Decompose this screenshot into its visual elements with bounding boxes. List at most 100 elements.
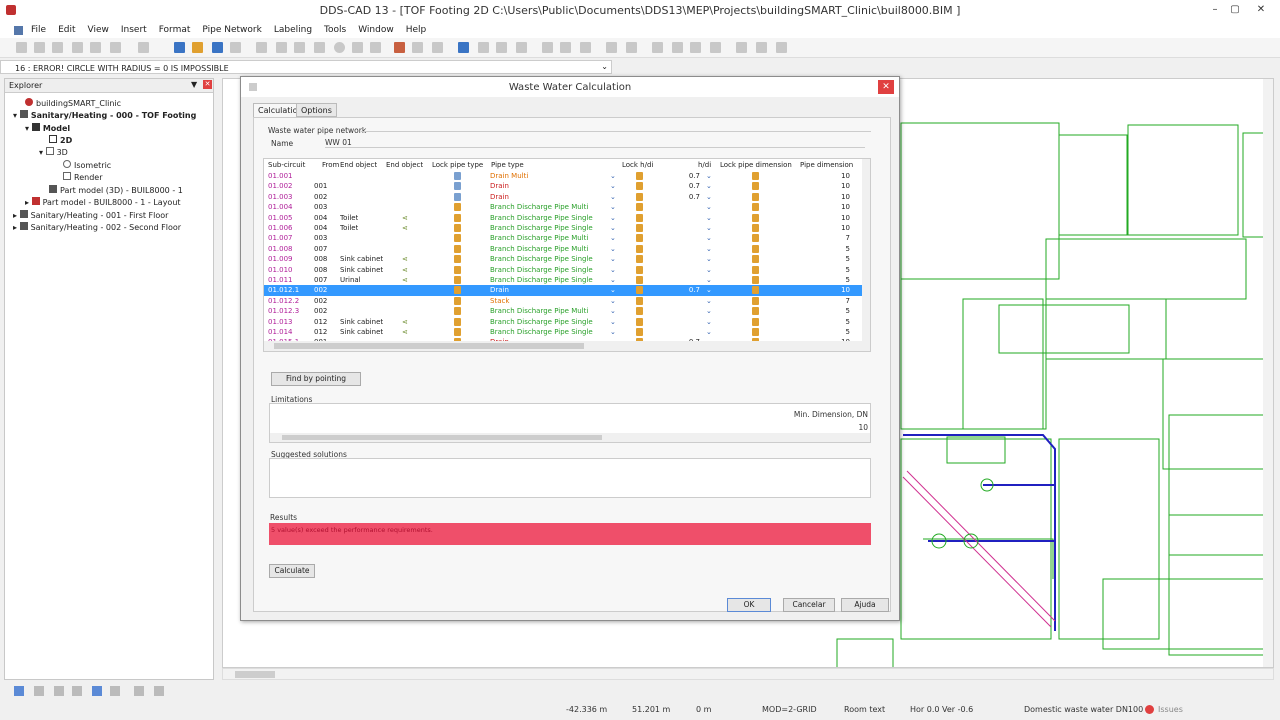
pipe-type-dropdown-icon[interactable]: ⌄ xyxy=(610,285,616,295)
table-row[interactable]: 01.011 007 Urinal ⋖ Branch Discharge Pipe Si… xyxy=(264,275,870,285)
cancel-button[interactable]: Cancelar xyxy=(783,598,835,612)
hdi-dropdown-icon[interactable]: ⌄ xyxy=(706,181,712,191)
save-icon[interactable] xyxy=(52,42,63,53)
lock-hdi-icon[interactable] xyxy=(636,296,643,305)
hdi-dropdown-icon[interactable]: ⌄ xyxy=(706,306,712,316)
lock-pipe-dimension-icon[interactable] xyxy=(752,296,759,305)
table-row[interactable]: 01.002 001 Drain ⌄ 0.7 ⌄ 10 xyxy=(264,181,870,191)
menu-labeling[interactable]: Labeling xyxy=(274,25,312,35)
properties-icon[interactable] xyxy=(54,686,64,696)
trash-icon[interactable] xyxy=(626,42,637,53)
find-by-pointing-button[interactable]: Find by pointing xyxy=(271,372,361,386)
calculate-button[interactable]: Calculate xyxy=(269,564,315,578)
trace-icon[interactable] xyxy=(458,42,469,53)
pipe-type-dropdown-icon[interactable]: ⌄ xyxy=(610,213,616,223)
hdi-dropdown-icon[interactable]: ⌄ xyxy=(706,327,712,337)
menu-pipe-network[interactable]: Pipe Network xyxy=(202,25,261,35)
lock-pipe-type-icon[interactable] xyxy=(454,265,461,274)
save2-icon[interactable] xyxy=(756,42,767,53)
table-icon[interactable] xyxy=(710,42,721,53)
table-row[interactable]: 01.012.1 002 Drain ⌄ 0.7 ⌄ 10 xyxy=(264,285,870,296)
preview-icon[interactable] xyxy=(90,42,101,53)
pipe-type-dropdown-icon[interactable]: ⌄ xyxy=(610,233,616,243)
table-row[interactable]: 01.004 003 Branch Discharge Pipe Multi ⌄ ⌄ 10 xyxy=(264,202,870,212)
lock-hdi-icon[interactable] xyxy=(636,328,643,336)
table-row[interactable]: 01.007 003 Branch Discharge Pipe Multi ⌄ ⌄ 7 xyxy=(264,233,870,243)
lock-pipe-dimension-icon[interactable] xyxy=(752,244,759,253)
network-view-icon[interactable] xyxy=(92,686,102,696)
dimension-icon[interactable] xyxy=(412,42,423,53)
hdi-dropdown-icon[interactable]: ⌄ xyxy=(706,213,712,223)
undo-icon[interactable] xyxy=(110,42,121,53)
status-layer[interactable]: Domestic waste water DN100 xyxy=(1024,705,1143,714)
lock-hdi-icon[interactable] xyxy=(636,213,643,222)
info-icon[interactable] xyxy=(580,42,591,53)
measure-icon[interactable] xyxy=(394,42,405,53)
error-message-bar[interactable]: 16 : ERROR! CIRCLE WITH RADIUS = 0 IS IM… xyxy=(0,60,612,74)
col-end-object-2[interactable]: End object xyxy=(386,161,423,169)
limitations-scrollbar[interactable] xyxy=(270,433,870,442)
lock-pipe-dimension-icon[interactable] xyxy=(752,255,759,264)
pipe-type-dropdown-icon[interactable]: ⌄ xyxy=(610,254,616,264)
pipe-type-dropdown-icon[interactable]: ⌄ xyxy=(610,306,616,316)
lock-pipe-type-icon[interactable] xyxy=(454,172,461,180)
col-lock-pipe-type[interactable]: Lock pipe type xyxy=(432,161,483,169)
hdi-dropdown-icon[interactable]: ⌄ xyxy=(706,296,712,306)
lock-hdi-icon[interactable] xyxy=(636,203,643,212)
snap-icon[interactable] xyxy=(192,42,203,53)
name-value[interactable]: WW 01 xyxy=(325,138,865,148)
lock-pipe-dimension-icon[interactable] xyxy=(752,276,759,284)
table-row[interactable]: 01.012.3 002 Branch Discharge Pipe Multi ⌄ ⌄… xyxy=(264,306,870,316)
filter-icon[interactable] xyxy=(606,42,617,53)
lock-pipe-dimension-icon[interactable] xyxy=(752,265,759,274)
table-row[interactable]: 01.006 004 Toilet ⋖ Branch Discharge Pipe Si… xyxy=(264,223,870,233)
tree-item-second-floor[interactable]: ▸ Sanitary/Heating - 002 - Second Floor xyxy=(13,222,181,232)
lock-hdi-icon[interactable] xyxy=(636,255,643,264)
col-lock-pipe-dimension[interactable]: Lock pipe dimension xyxy=(720,161,792,169)
table-row[interactable]: 01.010 008 Sink cabinet ⋖ Branch Discharge P… xyxy=(264,265,870,275)
pipe-type-dropdown-icon[interactable]: ⌄ xyxy=(610,317,616,327)
dialog-titlebar[interactable]: Waste Water Calculation ✕ xyxy=(241,77,899,97)
scrollbar-thumb[interactable] xyxy=(274,343,584,349)
hdi-dropdown-icon[interactable]: ⌄ xyxy=(706,233,712,243)
expand-icon[interactable]: ▾ xyxy=(25,124,32,133)
menu-format[interactable]: Format xyxy=(159,25,191,35)
print2-icon[interactable] xyxy=(736,42,747,53)
hdi-dropdown-icon[interactable]: ⌄ xyxy=(706,265,712,275)
lock-pipe-type-icon[interactable] xyxy=(454,296,461,305)
open-icon[interactable] xyxy=(34,42,45,53)
lock-pipe-dimension-icon[interactable] xyxy=(752,203,759,212)
doc-icon[interactable] xyxy=(14,25,23,35)
maximize-button[interactable]: ▢ xyxy=(1226,3,1244,17)
lock-pipe-dimension-icon[interactable] xyxy=(752,317,759,326)
table-vertical-scrollbar[interactable] xyxy=(862,159,870,341)
align-icon[interactable] xyxy=(432,42,443,53)
lock-pipe-dimension-icon[interactable] xyxy=(752,328,759,336)
lock-hdi-icon[interactable] xyxy=(636,286,643,295)
lock-hdi-icon[interactable] xyxy=(636,172,643,180)
menu-tools[interactable]: Tools xyxy=(324,25,346,35)
minimize-button[interactable]: – xyxy=(1206,3,1224,17)
menu-view[interactable]: View xyxy=(88,25,109,35)
menu-file[interactable]: File xyxy=(31,25,46,35)
lock-pipe-type-icon[interactable] xyxy=(454,182,461,191)
lock-pipe-dimension-icon[interactable] xyxy=(752,234,759,243)
status-room-text[interactable]: Room text xyxy=(844,705,885,714)
tree-item-2d[interactable]: 2D xyxy=(49,135,72,145)
tool-icon[interactable] xyxy=(230,42,241,53)
tab-options[interactable]: Options xyxy=(296,103,337,117)
settings-icon[interactable] xyxy=(690,42,701,53)
col-end-object-1[interactable]: End object xyxy=(340,161,377,169)
image-icon[interactable] xyxy=(560,42,571,53)
help-button[interactable]: Ajuda xyxy=(841,598,889,612)
chart-icon[interactable] xyxy=(110,686,120,696)
lock-icon[interactable] xyxy=(672,42,683,53)
tree-item-render[interactable]: Render xyxy=(63,172,102,182)
pipe-type-dropdown-icon[interactable]: ⌄ xyxy=(610,296,616,306)
tree-item-part-model-3d[interactable]: Part model (3D) - BUIL8000 - 1 xyxy=(49,185,183,195)
lock-pipe-type-icon[interactable] xyxy=(454,244,461,253)
pan-icon[interactable] xyxy=(294,42,305,53)
col-sub-circuit[interactable]: Sub-circuit xyxy=(268,161,305,169)
col-lock-hdi[interactable]: Lock h/di xyxy=(622,161,653,169)
table-row[interactable]: 01.009 008 Sink cabinet ⋖ Branch Discharge P… xyxy=(264,254,870,264)
